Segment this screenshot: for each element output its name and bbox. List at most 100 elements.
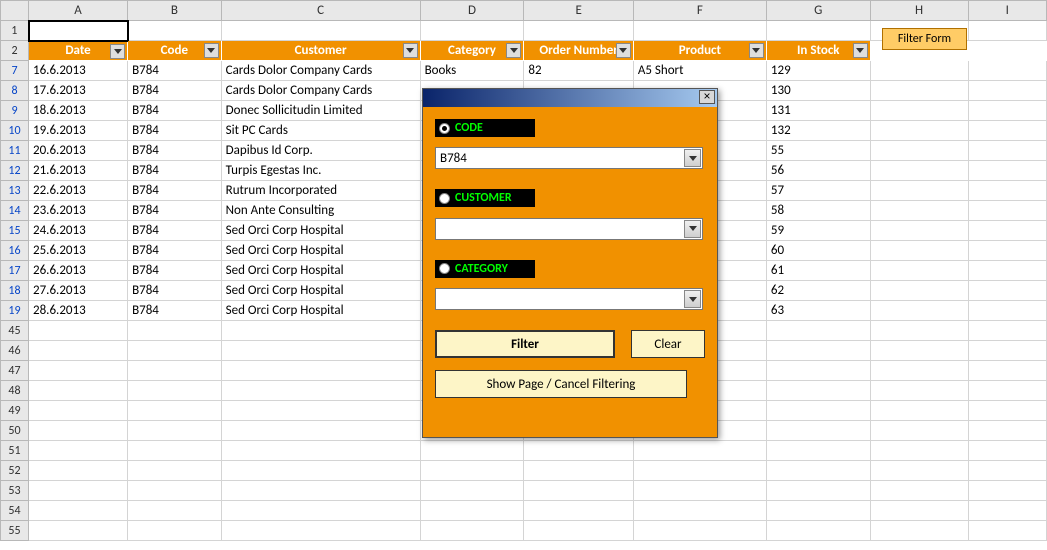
cell-customer[interactable]: Sed Orci Corp Hospital	[221, 281, 420, 301]
cell-code[interactable]: B784	[128, 61, 222, 81]
col-header-F[interactable]: F	[633, 1, 766, 21]
cell[interactable]	[633, 481, 766, 501]
cell-customer[interactable]: Non Ante Consulting	[221, 201, 420, 221]
cell[interactable]	[221, 21, 420, 41]
row-header[interactable]: 7	[1, 61, 29, 81]
row-header[interactable]: 14	[1, 201, 29, 221]
cell-code[interactable]: B784	[128, 221, 222, 241]
cell[interactable]	[766, 461, 870, 481]
radio-code[interactable]: CODE	[435, 119, 535, 137]
cell[interactable]	[633, 501, 766, 521]
cell[interactable]	[766, 521, 870, 541]
row-header[interactable]: 10	[1, 121, 29, 141]
cell[interactable]	[870, 101, 968, 121]
cell[interactable]	[766, 501, 870, 521]
cell[interactable]	[221, 461, 420, 481]
cell[interactable]	[29, 501, 128, 521]
cell-customer[interactable]: Cards Dolor Company Cards	[221, 61, 420, 81]
cell[interactable]	[870, 301, 968, 321]
cell-date[interactable]: 19.6.2013	[29, 121, 128, 141]
table-header-A[interactable]: Date	[29, 41, 128, 61]
cell[interactable]	[968, 21, 1046, 41]
table-header-C[interactable]: Customer	[221, 41, 420, 61]
filter-dropdown-icon[interactable]	[204, 43, 219, 58]
cell[interactable]	[968, 281, 1046, 301]
row-header[interactable]: 11	[1, 141, 29, 161]
row-header[interactable]: 13	[1, 181, 29, 201]
cell[interactable]	[870, 321, 968, 341]
cell[interactable]	[968, 201, 1046, 221]
cell[interactable]	[968, 441, 1046, 461]
cell[interactable]	[128, 421, 222, 441]
cell[interactable]	[524, 461, 633, 481]
chevron-down-icon[interactable]	[684, 220, 701, 238]
col-header-I[interactable]: I	[968, 1, 1046, 21]
cell-stock[interactable]: 62	[766, 281, 870, 301]
cell-stock[interactable]: 56	[766, 161, 870, 181]
cell[interactable]	[870, 141, 968, 161]
cell[interactable]	[29, 521, 128, 541]
row-header[interactable]: 55	[1, 521, 29, 541]
cell-stock[interactable]: 59	[766, 221, 870, 241]
row-header[interactable]: 45	[1, 321, 29, 341]
cell[interactable]	[524, 501, 633, 521]
radio-customer[interactable]: CUSTOMER	[435, 189, 535, 207]
cell-date[interactable]: 20.6.2013	[29, 141, 128, 161]
cell-customer[interactable]: Sit PC Cards	[221, 121, 420, 141]
cell-stock[interactable]: 129	[766, 61, 870, 81]
cell[interactable]	[870, 241, 968, 261]
col-header-H[interactable]: H	[870, 1, 968, 21]
row-header[interactable]: 52	[1, 461, 29, 481]
cell[interactable]	[870, 401, 968, 421]
table-header-E[interactable]: Order Number	[524, 41, 633, 61]
cell-customer[interactable]: Sed Orci Corp Hospital	[221, 301, 420, 321]
cell[interactable]	[420, 21, 524, 41]
cell-code[interactable]: B784	[128, 81, 222, 101]
cell[interactable]	[766, 381, 870, 401]
col-header-E[interactable]: E	[524, 1, 633, 21]
cell-stock[interactable]: 55	[766, 141, 870, 161]
cell-customer[interactable]: Sed Orci Corp Hospital	[221, 221, 420, 241]
cell-date[interactable]: 28.6.2013	[29, 301, 128, 321]
filter-form-button[interactable]: Filter Form	[882, 28, 967, 50]
cell[interactable]	[221, 501, 420, 521]
cell-code[interactable]: B784	[128, 301, 222, 321]
cell[interactable]	[766, 341, 870, 361]
cell[interactable]	[968, 161, 1046, 181]
cell[interactable]	[221, 361, 420, 381]
cell[interactable]	[29, 421, 128, 441]
cell[interactable]	[870, 361, 968, 381]
filter-button[interactable]: Filter	[435, 330, 615, 358]
cell-stock[interactable]: 130	[766, 81, 870, 101]
cell[interactable]	[870, 161, 968, 181]
row-header[interactable]: 12	[1, 161, 29, 181]
cell-order[interactable]: 82	[524, 61, 633, 81]
cell-date[interactable]: 25.6.2013	[29, 241, 128, 261]
table-header-B[interactable]: Code	[128, 41, 222, 61]
cell[interactable]	[968, 341, 1046, 361]
cell[interactable]	[870, 341, 968, 361]
cell[interactable]	[968, 481, 1046, 501]
customer-combobox[interactable]	[435, 218, 703, 240]
cell[interactable]	[128, 401, 222, 421]
cell[interactable]	[766, 441, 870, 461]
cell-stock[interactable]: 60	[766, 241, 870, 261]
cell-stock[interactable]: 57	[766, 181, 870, 201]
cell[interactable]	[968, 461, 1046, 481]
cell[interactable]	[766, 401, 870, 421]
cell[interactable]	[221, 481, 420, 501]
cell[interactable]	[128, 501, 222, 521]
row-header[interactable]: 54	[1, 501, 29, 521]
table-header-D[interactable]: Category	[420, 41, 524, 61]
cell-stock[interactable]: 61	[766, 261, 870, 281]
cell[interactable]	[128, 21, 222, 41]
cell[interactable]	[968, 381, 1046, 401]
row-header[interactable]: 50	[1, 421, 29, 441]
cell[interactable]	[766, 21, 870, 41]
cell-code[interactable]: B784	[128, 121, 222, 141]
row-header[interactable]: 2	[1, 41, 29, 61]
table-header-F[interactable]: Product	[633, 41, 766, 61]
row-header[interactable]: 48	[1, 381, 29, 401]
cell-customer[interactable]: Turpis Egestas Inc.	[221, 161, 420, 181]
cell[interactable]	[968, 101, 1046, 121]
